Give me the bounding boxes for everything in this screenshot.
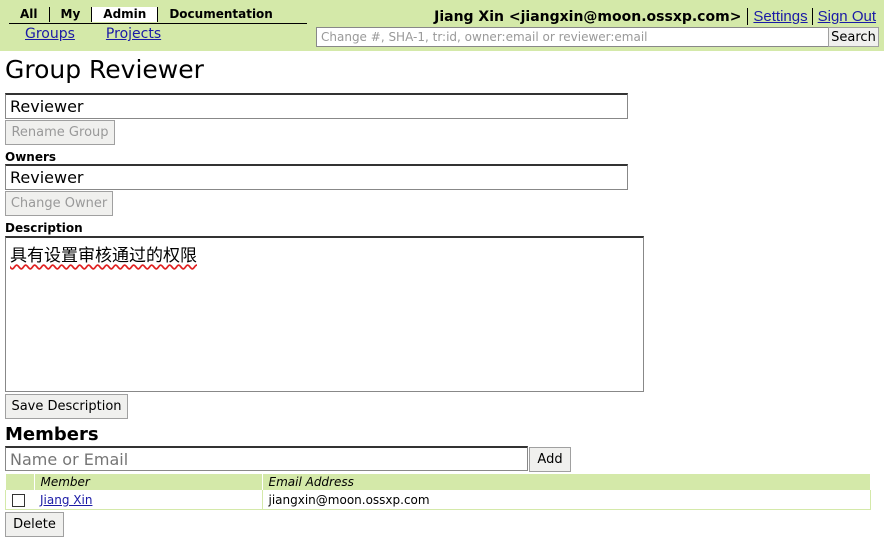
members-table-header: Member Email Address bbox=[5, 474, 871, 490]
delete-member-button[interactable]: Delete bbox=[5, 512, 64, 537]
owners-label: Owners bbox=[5, 150, 57, 164]
settings-link[interactable]: Settings bbox=[747, 8, 808, 25]
owner-input[interactable] bbox=[5, 164, 628, 190]
header-email: Email Address bbox=[262, 474, 871, 490]
member-email: jiangxin@moon.ossxp.com bbox=[261, 490, 871, 510]
member-name-input[interactable] bbox=[5, 446, 528, 471]
members-table: Member Email Address Jiang Xin jiangxin@… bbox=[5, 474, 871, 510]
search-input[interactable] bbox=[316, 27, 832, 47]
menu-documentation[interactable]: Documentation bbox=[158, 7, 284, 22]
main-menu: All My Admin Documentation bbox=[9, 7, 307, 24]
search-button[interactable]: Search bbox=[828, 27, 879, 47]
member-checkbox[interactable] bbox=[12, 493, 25, 507]
header-member: Member bbox=[34, 474, 263, 490]
menu-all[interactable]: All bbox=[9, 7, 50, 22]
header-checkbox-col bbox=[5, 474, 35, 490]
submenu-groups[interactable]: Groups bbox=[25, 26, 75, 42]
rename-group-button[interactable]: Rename Group bbox=[5, 120, 115, 145]
top-bar: All My Admin Documentation Groups Projec… bbox=[0, 0, 884, 51]
user-links: Jiang Xin <jiangxin@moon.ossxp.com> Sett… bbox=[434, 8, 876, 25]
add-member-button[interactable]: Add bbox=[529, 447, 571, 472]
page-title: Group Reviewer bbox=[5, 55, 204, 84]
sign-out-link[interactable]: Sign Out bbox=[811, 8, 876, 25]
save-description-button[interactable]: Save Description bbox=[5, 394, 128, 419]
row-checkbox-cell bbox=[5, 490, 34, 510]
menu-admin[interactable]: Admin bbox=[92, 7, 159, 22]
description-textarea[interactable]: 具有设置审核通过的权限 bbox=[5, 236, 644, 392]
group-name-input[interactable] bbox=[5, 93, 628, 119]
member-link[interactable]: Jiang Xin bbox=[40, 493, 92, 507]
menu-my[interactable]: My bbox=[50, 7, 93, 22]
table-row: Jiang Xin jiangxin@moon.ossxp.com bbox=[5, 490, 871, 510]
user-display-name: Jiang Xin <jiangxin@moon.ossxp.com> bbox=[434, 8, 742, 25]
member-name-cell: Jiang Xin bbox=[34, 490, 262, 510]
submenu-projects[interactable]: Projects bbox=[106, 26, 161, 42]
sub-menu: Groups Projects bbox=[25, 26, 192, 42]
members-heading: Members bbox=[5, 424, 99, 445]
description-label: Description bbox=[5, 221, 83, 235]
change-owner-button[interactable]: Change Owner bbox=[5, 191, 113, 216]
